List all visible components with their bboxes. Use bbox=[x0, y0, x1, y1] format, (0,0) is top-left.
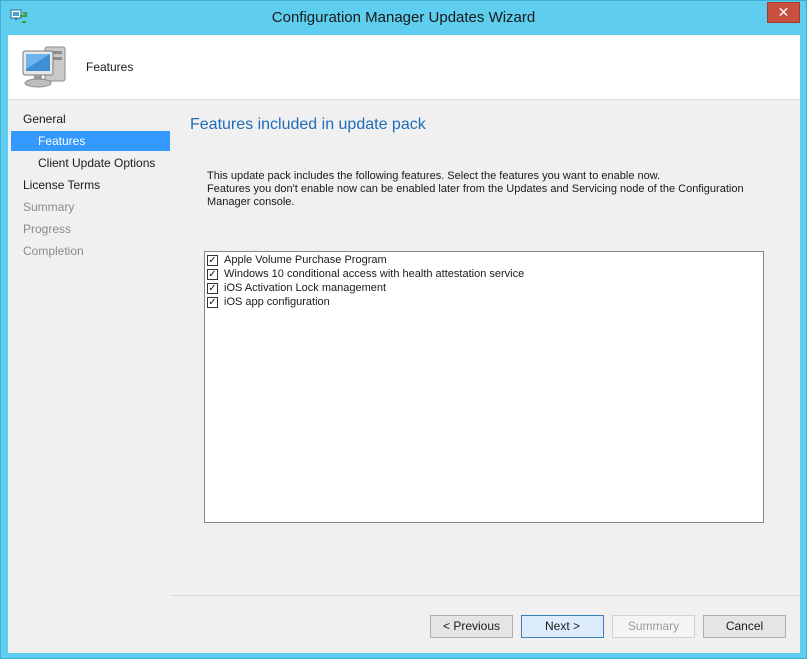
checkbox-checked-icon[interactable]: ✓ bbox=[207, 296, 218, 308]
close-icon: ✕ bbox=[777, 4, 790, 20]
nav-item-general[interactable]: General bbox=[11, 109, 170, 129]
feature-item[interactable]: ✓ Apple Volume Purchase Program bbox=[207, 253, 387, 267]
window-title: Configuration Manager Updates Wizard bbox=[271, 9, 536, 26]
checkbox-checked-icon[interactable]: ✓ bbox=[207, 268, 218, 280]
next-button[interactable]: Next > bbox=[521, 615, 604, 638]
page-description: This update pack includes the following … bbox=[207, 170, 747, 209]
summary-button: Summary bbox=[612, 615, 695, 638]
description-line-2: Features you don't enable now can be ena… bbox=[207, 183, 744, 208]
nav-item-features[interactable]: Features bbox=[11, 131, 170, 151]
wizard-header: Features bbox=[8, 35, 800, 99]
feature-label: iOS app configuration bbox=[224, 296, 330, 308]
feature-label: Apple Volume Purchase Program bbox=[224, 254, 387, 266]
feature-label: Windows 10 conditional access with healt… bbox=[224, 268, 525, 280]
wizard-page: Features included in update pack This up… bbox=[171, 100, 800, 653]
page-heading: Features included in update pack bbox=[190, 116, 426, 133]
previous-button[interactable]: < Previous bbox=[430, 615, 513, 638]
close-button[interactable]: ✕ bbox=[767, 2, 800, 23]
nav-item-completion: Completion bbox=[23, 244, 84, 258]
wizard-navigation: General Features Client Update Options L… bbox=[8, 100, 171, 653]
description-line-1: This update pack includes the following … bbox=[207, 170, 661, 182]
checkbox-checked-icon[interactable]: ✓ bbox=[207, 254, 218, 266]
title-bar[interactable]: Configuration Manager Updates Wizard ✕ bbox=[1, 1, 806, 35]
nav-item-client-update-options[interactable]: Client Update Options bbox=[11, 153, 170, 173]
checkbox-checked-icon[interactable]: ✓ bbox=[207, 282, 218, 294]
footer-divider bbox=[171, 595, 800, 596]
feature-label: iOS Activation Lock management bbox=[224, 282, 387, 294]
nav-item-summary: Summary bbox=[23, 200, 75, 214]
computer-icon bbox=[22, 46, 66, 88]
features-checklist[interactable]: ✓ Apple Volume Purchase Program ✓ Window… bbox=[204, 251, 764, 523]
nav-item-progress: Progress bbox=[23, 222, 72, 236]
wizard-client-area: Features General Features Client Update … bbox=[8, 35, 800, 653]
feature-item[interactable]: ✓ iOS app configuration bbox=[207, 295, 330, 309]
wizard-window: Configuration Manager Updates Wizard ✕ F… bbox=[0, 0, 807, 659]
feature-item[interactable]: ✓ Windows 10 conditional access with hea… bbox=[207, 267, 524, 281]
cancel-button[interactable]: Cancel bbox=[703, 615, 786, 638]
feature-item[interactable]: ✓ iOS Activation Lock management bbox=[207, 281, 386, 295]
header-title: Features bbox=[86, 60, 134, 74]
nav-item-license-terms[interactable]: License Terms bbox=[11, 175, 170, 195]
